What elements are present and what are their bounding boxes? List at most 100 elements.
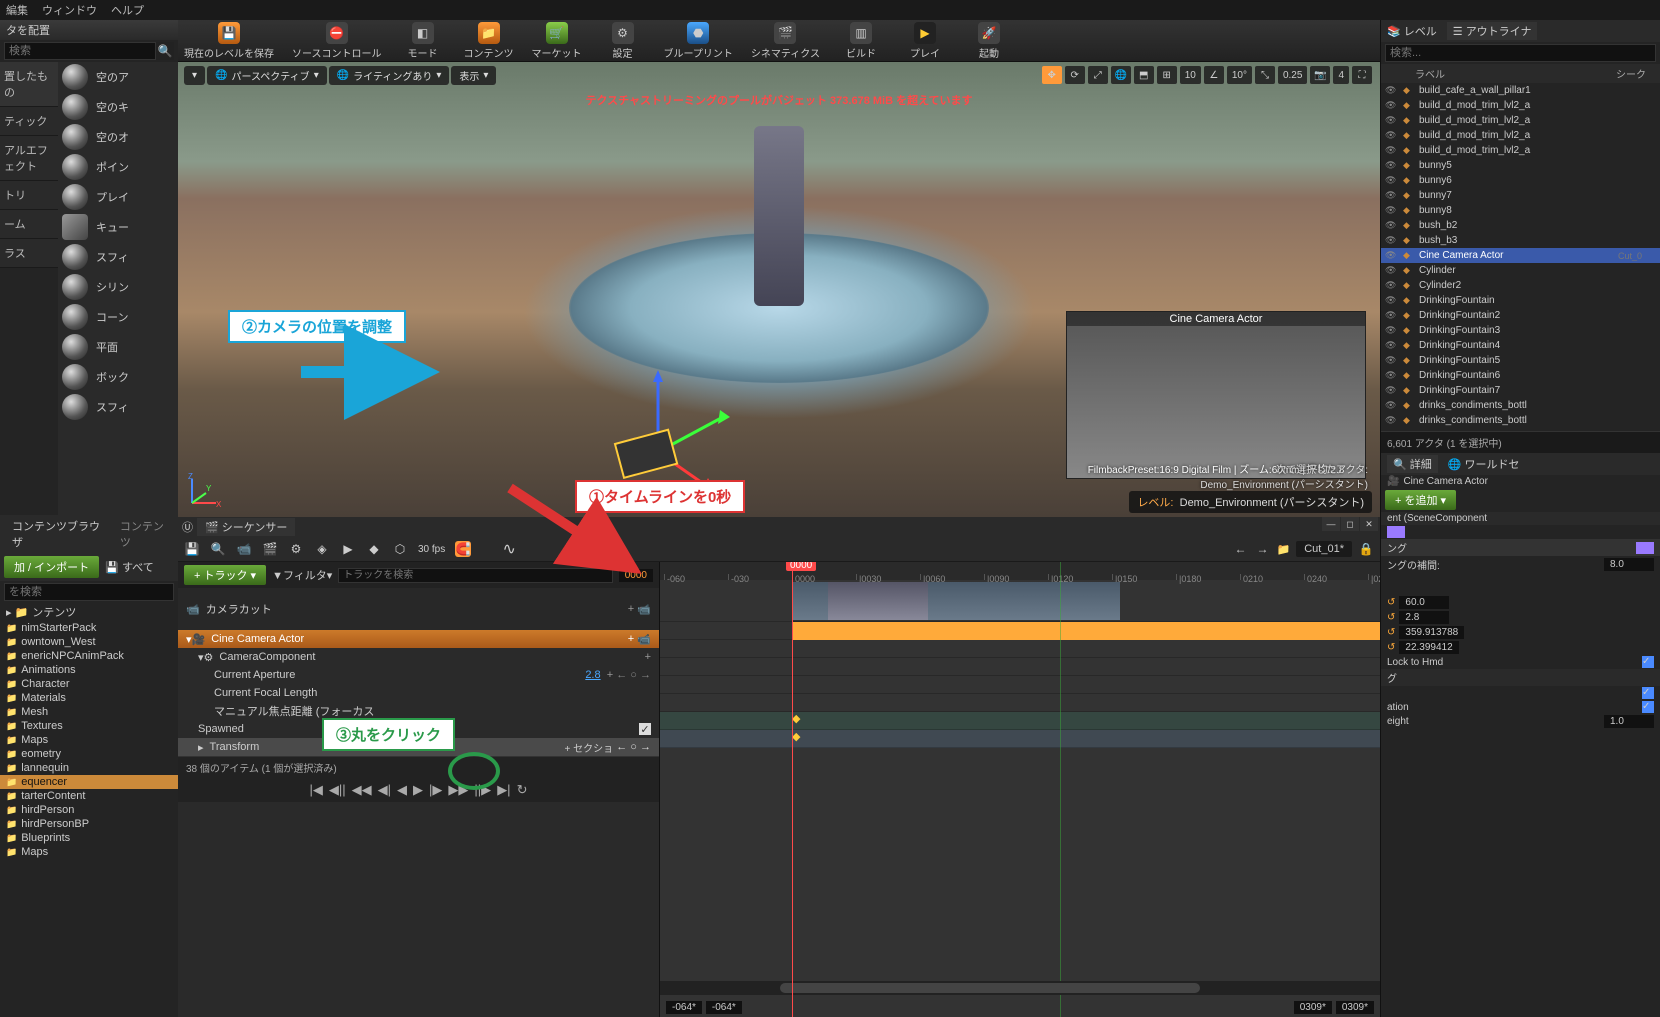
- nav-fwd-icon[interactable]: →: [1255, 541, 1271, 557]
- camera-speed-value[interactable]: 4: [1333, 66, 1349, 84]
- outliner-row[interactable]: 👁◆bunny6: [1381, 173, 1660, 188]
- out-frame[interactable]: 0309*: [1294, 1001, 1332, 1014]
- content-folder[interactable]: 📁Maps: [0, 845, 178, 859]
- settings-button[interactable]: ⚙設定: [600, 22, 646, 60]
- content-folder[interactable]: 📁eometry: [0, 747, 178, 761]
- source-control-button[interactable]: ⛔ソースコントロール: [292, 22, 382, 60]
- key-icon[interactable]: ◆: [366, 541, 382, 557]
- camera-speed-icon[interactable]: 📷: [1310, 66, 1330, 84]
- plus-icon[interactable]: +: [628, 603, 634, 615]
- camera-cut-clip[interactable]: [792, 582, 1120, 620]
- folder-icon[interactable]: 📁: [1277, 543, 1291, 556]
- nav-back-icon[interactable]: ←: [1233, 541, 1249, 557]
- options-icon[interactable]: ⚙: [288, 541, 304, 557]
- scale-snap-icon[interactable]: ⤡: [1255, 66, 1275, 84]
- outliner-row[interactable]: 👁◆build_d_mod_trim_lvl2_a: [1381, 98, 1660, 113]
- goto-end-icon[interactable]: ▶|: [497, 782, 510, 798]
- lock-hmd-checkbox[interactable]: ✓: [1642, 656, 1654, 668]
- transform-scale-icon[interactable]: ⤢: [1088, 66, 1108, 84]
- content-search-input[interactable]: [4, 583, 174, 601]
- playhead[interactable]: [792, 562, 793, 1017]
- camera-add-icon[interactable]: 📹: [637, 603, 651, 616]
- filter-button[interactable]: ▼フィルタ▾: [272, 567, 332, 583]
- timeline-scrollbar[interactable]: [660, 981, 1380, 995]
- marketplace-button[interactable]: 🛒マーケット: [532, 22, 582, 60]
- in-frame[interactable]: -064*: [666, 1001, 702, 1014]
- content-folder[interactable]: 📁Maps: [0, 733, 178, 747]
- lock-icon[interactable]: 🔒: [1358, 541, 1374, 557]
- reverse-icon[interactable]: ◀: [397, 782, 407, 798]
- outliner-row[interactable]: 👁◆DrinkingFountain3: [1381, 323, 1660, 338]
- detail-value-22[interactable]: 22.399412: [1399, 641, 1458, 654]
- angle-snap-icon[interactable]: ∠: [1204, 66, 1224, 84]
- viewport[interactable]: ▾ 🌐 パースペクティブ ▾ 🌐 ライティングあり ▾ 表示 ▾ ✥ ⟳ ⤢ 🌐…: [178, 62, 1380, 517]
- autokey-icon[interactable]: ⬡: [392, 541, 408, 557]
- eight-value[interactable]: 1.0: [1604, 715, 1654, 728]
- blueprints-button[interactable]: ⬣ブループリント: [664, 22, 733, 60]
- place-actor-item[interactable]: コーン: [58, 302, 178, 332]
- fps-label[interactable]: 30 fps: [418, 541, 445, 557]
- checkbox-2[interactable]: ✓: [1642, 701, 1654, 713]
- place-actor-item[interactable]: プレイ: [58, 182, 178, 212]
- content-button[interactable]: 📁コンテンツ: [464, 22, 514, 60]
- launch-button[interactable]: 🚀起動: [966, 22, 1012, 60]
- close-icon[interactable]: ✕: [1360, 517, 1378, 531]
- ring-fill-value[interactable]: 8.0: [1604, 558, 1654, 571]
- outliner-row[interactable]: 👁◆DrinkingFountain6: [1381, 368, 1660, 383]
- find-icon[interactable]: 🔍: [210, 541, 226, 557]
- outliner-row[interactable]: 👁◆build_d_mod_trim_lvl2_a: [1381, 128, 1660, 143]
- focal-length-track[interactable]: Current Focal Length: [178, 684, 659, 702]
- content-folder[interactable]: 📁Materials: [0, 691, 178, 705]
- level-bar[interactable]: レベル: Demo_Environment (パーシスタント): [1129, 491, 1372, 513]
- menu-edit[interactable]: 編集: [6, 2, 28, 18]
- outliner-row[interactable]: 👁◆DrinkingFountain: [1381, 293, 1660, 308]
- outliner-row[interactable]: 👁◆DrinkingFountain4: [1381, 338, 1660, 353]
- lit-button[interactable]: 🌐 ライティングあり ▾: [329, 66, 450, 85]
- prev-key-icon[interactable]: ◀◀: [352, 782, 372, 798]
- outliner-row[interactable]: 👁◆drinks_condiments_bottl: [1381, 413, 1660, 428]
- outliner-row[interactable]: 👁◆build_d_mod_trim_lvl2_a: [1381, 113, 1660, 128]
- place-category[interactable]: ティック: [0, 107, 58, 136]
- keyframe-nav[interactable]: ← ○ →: [616, 741, 651, 753]
- play-tb-icon[interactable]: ▶: [340, 541, 356, 557]
- sequence-name[interactable]: Cut_01*: [1296, 541, 1352, 557]
- save-level-button[interactable]: 💾現在のレベルを保存: [184, 22, 274, 60]
- content-folder[interactable]: 📁tarterContent: [0, 789, 178, 803]
- aperture-track[interactable]: Current Aperture 2.8 + ← ○ →: [178, 666, 659, 684]
- transform-select-icon[interactable]: ✥: [1042, 66, 1062, 84]
- content-folder[interactable]: 📁equencer: [0, 775, 178, 789]
- content-folder[interactable]: 📁Blueprints: [0, 831, 178, 845]
- in-frame-2[interactable]: -064*: [706, 1001, 742, 1014]
- modes-button[interactable]: ◧モード: [400, 22, 446, 60]
- outliner-row[interactable]: 👁◆build_cafe_a_wall_pillar1: [1381, 83, 1660, 98]
- place-actor-item[interactable]: ポイン: [58, 152, 178, 182]
- detail-value-28[interactable]: 2.8: [1399, 611, 1449, 624]
- place-actor-item[interactable]: キュー: [58, 212, 178, 242]
- outliner-row[interactable]: 👁◆DrinkingFountain7: [1381, 383, 1660, 398]
- menu-help[interactable]: ヘルプ: [111, 2, 144, 18]
- timeline-ruler[interactable]: -060-0300000|0030|0060|0090|0120|0150|01…: [660, 562, 1380, 580]
- camera-icon[interactable]: 📹: [236, 541, 252, 557]
- viewmode-dropdown[interactable]: ▾: [184, 66, 205, 85]
- scale-snap-value[interactable]: 0.25: [1278, 66, 1307, 84]
- search-icon[interactable]: 🔍: [156, 42, 174, 60]
- place-search-input[interactable]: [4, 42, 156, 60]
- key-all-icon[interactable]: ◈: [314, 541, 330, 557]
- place-actor-item[interactable]: 空のキ: [58, 92, 178, 122]
- outliner-row[interactable]: 👁◆drinks_condiments_bottl: [1381, 398, 1660, 413]
- outliner-row[interactable]: 👁◆bush_b2: [1381, 218, 1660, 233]
- detail-value-359[interactable]: 359.913788: [1399, 626, 1464, 639]
- outliner-row[interactable]: 👁◆bunny8: [1381, 203, 1660, 218]
- frame-fwd-icon[interactable]: |▶: [429, 782, 442, 798]
- snap-icon[interactable]: 🧲: [455, 541, 471, 557]
- cine-camera-bar[interactable]: [792, 622, 1380, 640]
- transform-rotate-icon[interactable]: ⟳: [1065, 66, 1085, 84]
- details-tab[interactable]: 🔍 詳細: [1387, 455, 1438, 473]
- place-category[interactable]: トリ: [0, 181, 58, 210]
- import-button[interactable]: 加 / インポート: [4, 556, 99, 578]
- camera-cut-track[interactable]: 📹 カメラカット + 📹: [178, 588, 659, 630]
- outliner-row[interactable]: 👁◆DrinkingFountain2: [1381, 308, 1660, 323]
- play-button[interactable]: ▶プレイ: [902, 22, 948, 60]
- sequencer-tab[interactable]: シーケンサー: [222, 522, 288, 534]
- out-frame-2[interactable]: 0309*: [1336, 1001, 1374, 1014]
